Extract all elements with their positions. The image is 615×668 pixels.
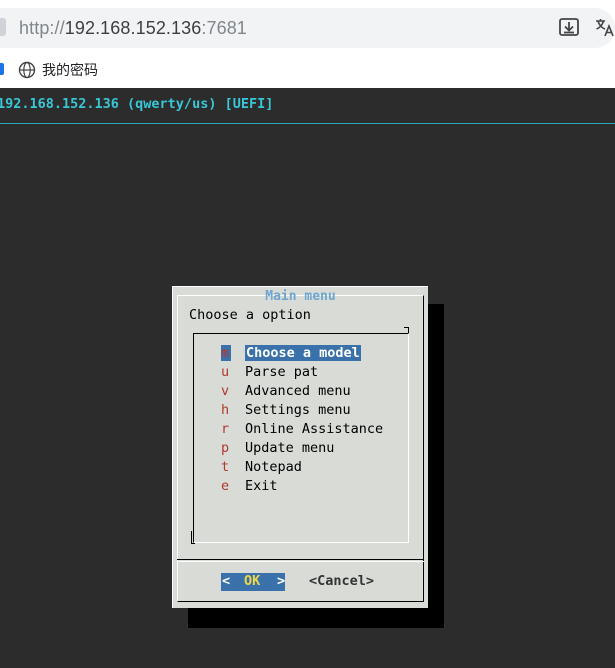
address-bar-left-edge	[0, 18, 6, 36]
menu-item-label: Online Assistance	[245, 421, 384, 437]
cancel-button[interactable]: <Cancel>	[309, 573, 374, 591]
list-corner-bottom	[191, 531, 195, 544]
main-menu-dialog: Main menu Choose a option m Choose a mod…	[172, 286, 428, 608]
menu-item-label: Settings menu	[245, 402, 351, 418]
menu-item-hotkey: v	[221, 383, 230, 399]
menu-item-hotkey: h	[221, 402, 230, 418]
button-divider-shadow	[177, 559, 424, 560]
menu-item-hotkey: e	[221, 478, 230, 494]
menu-item-label: Advanced menu	[245, 383, 351, 399]
menu-item-label: Exit	[245, 478, 278, 494]
url-host: 192.168.152.136	[64, 18, 202, 38]
menu-item-hotkey: r	[221, 421, 230, 437]
ok-bracket-right: >	[277, 573, 286, 589]
menu-item-hotkey: m	[221, 345, 231, 361]
url-protocol: http://	[19, 18, 65, 38]
menu-item-label: Update menu	[245, 440, 335, 456]
terminal-header: 192.168.152.136 (qwerty/us) [UEFI]	[0, 96, 274, 112]
bookmark-left-edge	[0, 63, 4, 75]
url-text[interactable]: http://192.168.152.136:7681	[19, 17, 247, 39]
download-icon[interactable]	[558, 16, 580, 38]
terminal-divider	[0, 123, 615, 124]
ok-button[interactable]: < OK >	[221, 573, 285, 591]
button-divider	[177, 561, 424, 562]
url-port: :7681	[201, 18, 247, 38]
menu-item-hotkey: u	[221, 364, 230, 380]
menu-item-label: Choose a model	[245, 345, 361, 361]
ok-bracket-left: <	[222, 573, 231, 589]
globe-icon	[18, 61, 36, 79]
translate-icon[interactable]	[594, 16, 615, 38]
dialog-prompt: Choose a option	[189, 307, 311, 323]
menu-item-hotkey: t	[221, 459, 230, 475]
browser-chrome: http://192.168.152.136:7681 我的密码	[0, 0, 615, 88]
bookmark-item[interactable]: 我的密码	[18, 60, 98, 80]
menu-item-hotkey: p	[221, 440, 230, 456]
menu-item-label: Parse pat	[245, 364, 319, 380]
menu-item-label: Notepad	[245, 459, 302, 475]
dialog-title: Main menu	[265, 289, 336, 304]
ok-label: OK	[244, 573, 261, 589]
bookmark-label: 我的密码	[42, 62, 98, 78]
